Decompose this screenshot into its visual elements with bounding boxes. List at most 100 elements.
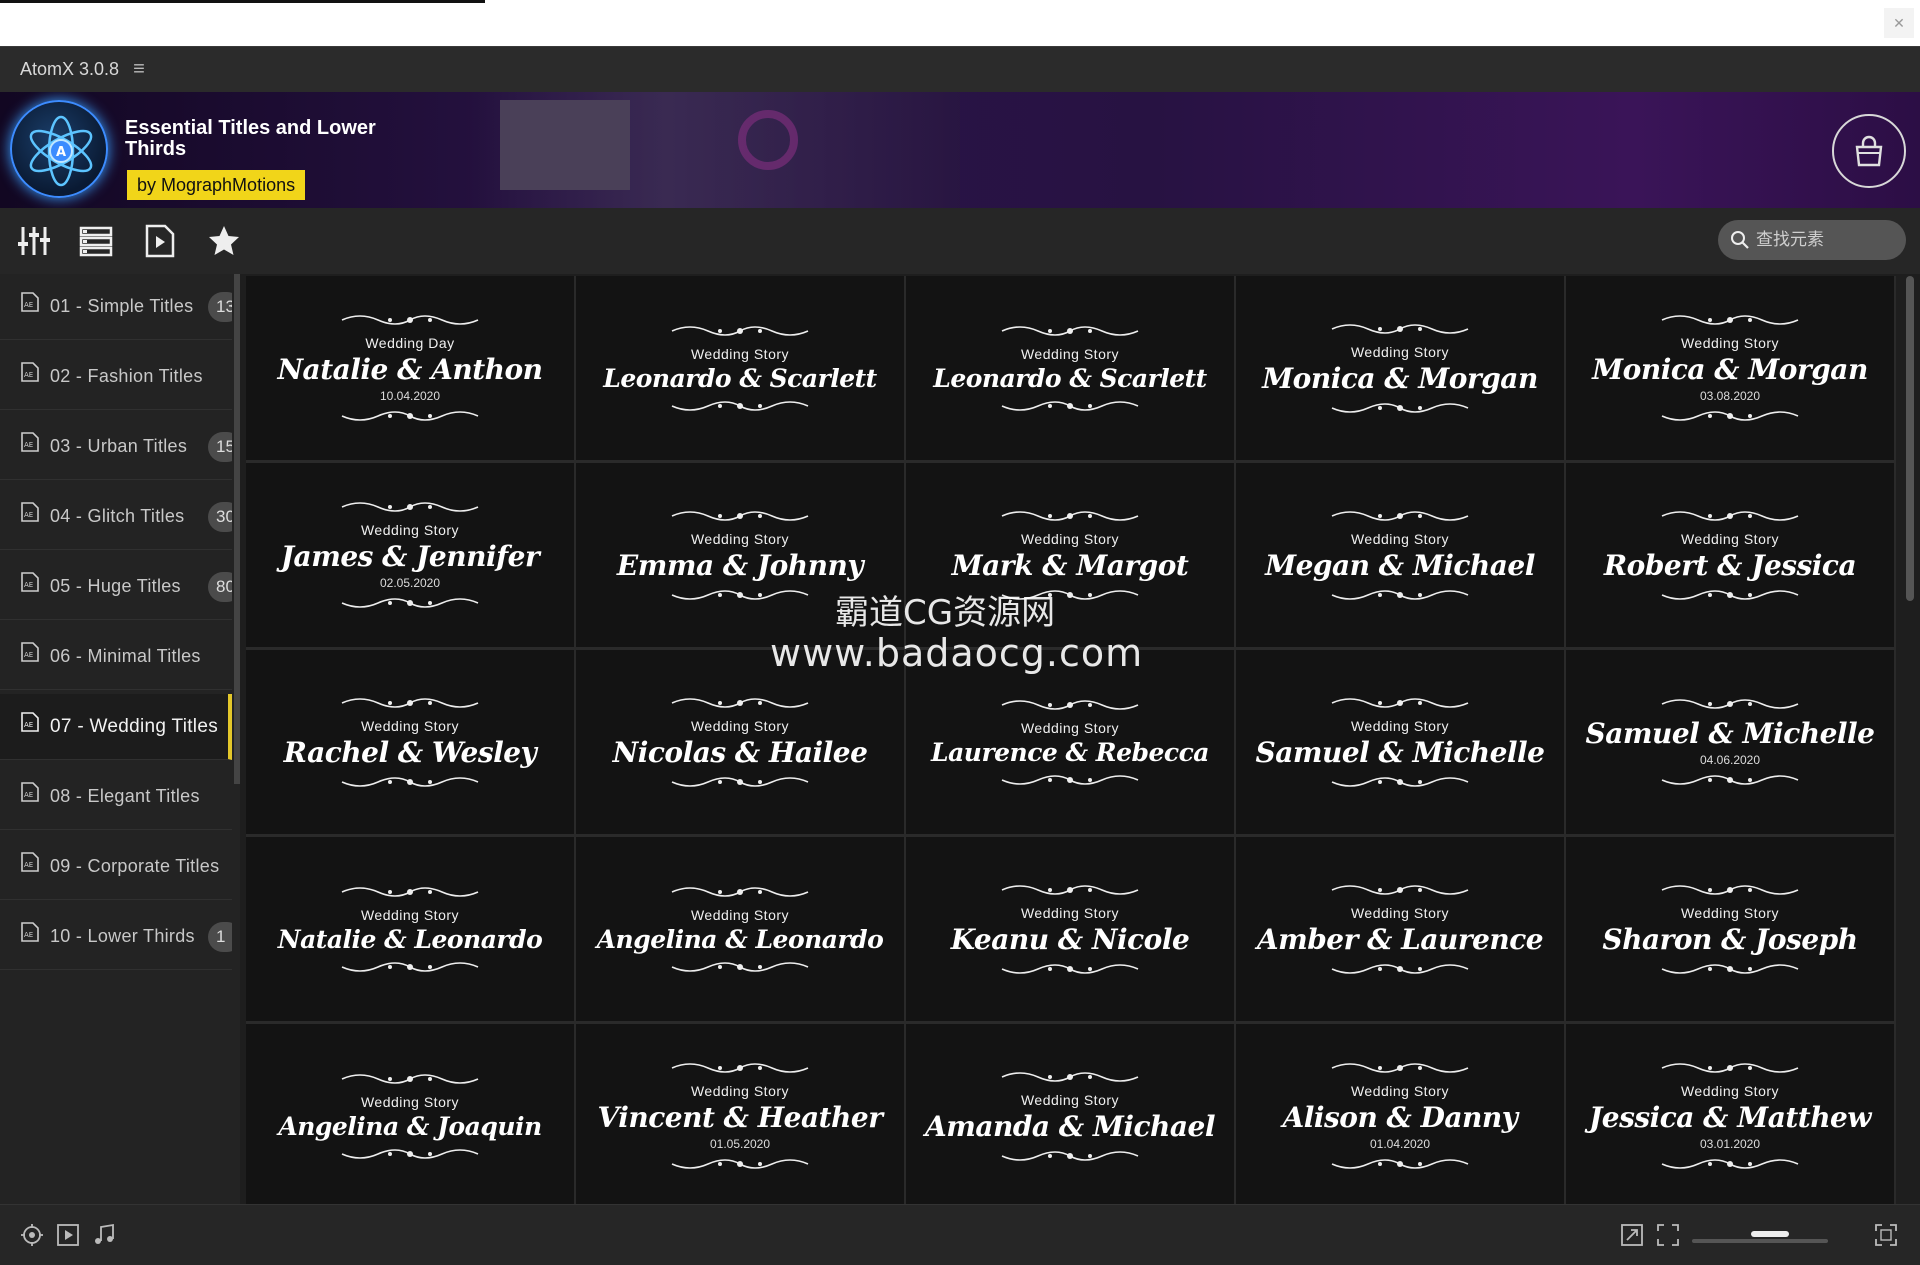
hamburger-icon[interactable]: ≡	[133, 58, 145, 81]
ornament-graphic	[1655, 508, 1805, 529]
tile-names: Emma & Johnny	[616, 548, 864, 582]
ae-file-icon: AE	[21, 431, 39, 452]
ornament-graphic	[1655, 956, 1805, 977]
banner-ring-graphic	[738, 110, 798, 170]
preset-tile[interactable]: Wedding Story Angelina & Leonardo	[576, 837, 904, 1021]
sidebar-item-label: 03 - Urban Titles	[50, 436, 188, 456]
preset-tile[interactable]: Wedding Story Vincent & Heather 01.05.2020	[576, 1024, 904, 1204]
ornament-graphic	[995, 393, 1145, 414]
preset-tile[interactable]: Wedding Story Monica & Morgan	[1236, 276, 1564, 460]
favorites-button[interactable]	[204, 222, 244, 260]
svg-text:AE: AE	[24, 861, 33, 869]
shopping-bag-button[interactable]	[1832, 114, 1906, 188]
ornament-graphic	[1325, 1151, 1475, 1172]
sidebar-item-fashion-titles[interactable]: AE 02 - Fashion Titles	[0, 344, 232, 410]
preview-media-button[interactable]	[140, 222, 180, 260]
preset-tile[interactable]: Wedding Story Laurence & Rebecca	[906, 650, 1234, 834]
preset-tile[interactable]: Wedding Story Megan & Michael	[1236, 463, 1564, 647]
preset-tile[interactable]: Wedding Story Emma & Johnny	[576, 463, 904, 647]
svg-text:A: A	[56, 145, 66, 160]
preset-grid: Wedding Day Natalie & Anthon 10.04.2020 We…	[246, 276, 1896, 1204]
sidebar-item-label: 06 - Minimal Titles	[50, 646, 201, 666]
sidebar-item-huge-titles[interactable]: AE 05 - Huge Titles 80	[0, 554, 232, 620]
preset-tile[interactable]: Wedding Story Alison & Danny 01.04.2020	[1236, 1024, 1564, 1204]
sidebar-item-corporate-titles[interactable]: AE 09 - Corporate Titles	[0, 834, 232, 900]
sliders-button[interactable]	[14, 222, 54, 260]
ornament-graphic	[1655, 1060, 1805, 1081]
target-icon[interactable]	[20, 1223, 44, 1247]
tile-caption: Wedding Story	[1020, 530, 1120, 547]
preset-tile[interactable]: Samuel & Michelle 04.06.2020	[1566, 650, 1894, 834]
ornament-graphic	[335, 884, 485, 905]
zoom-slider-thumb[interactable]	[1750, 1231, 1789, 1237]
preset-tile[interactable]: Wedding Story Samuel & Michelle	[1236, 650, 1564, 834]
preset-tile[interactable]: Wedding Story Natalie & Leonardo	[246, 837, 574, 1021]
tile-names: Vincent & Heather	[597, 1101, 883, 1134]
author-prefix: by	[137, 174, 157, 195]
sidebar-item-simple-titles[interactable]: AE 01 - Simple Titles 13	[0, 274, 232, 340]
tile-names: Alison & Danny	[1282, 1101, 1518, 1134]
sidebar-item-label: 04 - Glitch Titles	[50, 506, 185, 526]
search-box[interactable]	[1718, 220, 1906, 260]
ornament-graphic	[1325, 582, 1475, 603]
sidebar-item-lower-thirds[interactable]: AE 10 - Lower Thirds 1	[0, 904, 232, 970]
play-box-icon[interactable]	[56, 1223, 80, 1247]
author-name: MographMotions	[161, 174, 296, 195]
zoom-slider-track[interactable]	[1692, 1239, 1828, 1243]
app-name: AtomX 3.0.8	[20, 59, 120, 79]
item-count-badge: 15	[208, 432, 232, 462]
preset-tile[interactable]: Wedding Story Leonardo & Scarlett	[576, 276, 904, 460]
preset-tile[interactable]: Wedding Story Jessica & Matthew 03.01.2020	[1566, 1024, 1894, 1204]
preset-tile[interactable]: Wedding Story Rachel & Wesley	[246, 650, 574, 834]
ornament-graphic	[1325, 956, 1475, 977]
author-badge[interactable]: by MographMotions	[127, 170, 306, 200]
tile-names: Rachel & Wesley	[283, 735, 537, 769]
resize-icon[interactable]	[1620, 1223, 1644, 1247]
preset-tile[interactable]: Wedding Story Amanda & Michael	[906, 1024, 1234, 1204]
sidebar-item-urban-titles[interactable]: AE 03 - Urban Titles 15	[0, 414, 232, 480]
svg-text:AE: AE	[24, 511, 33, 519]
svg-text:AE: AE	[24, 791, 33, 799]
search-input[interactable]	[1756, 230, 1896, 250]
preset-tile[interactable]: Wedding Story Angelina & Joaquin	[246, 1024, 574, 1204]
grid-scrollbar[interactable]	[1906, 276, 1914, 601]
ornament-graphic	[1325, 395, 1475, 416]
sidebar-scrollbar[interactable]	[234, 274, 240, 784]
ae-file-icon: AE	[21, 501, 39, 522]
ae-file-icon: AE	[21, 781, 39, 802]
preset-tile[interactable]: Wedding Story James & Jennifer 02.05.2020	[246, 463, 574, 647]
sidebar-item-glitch-titles[interactable]: AE 04 - Glitch Titles 30	[0, 484, 232, 550]
tile-names: Nicolas & Hailee	[612, 735, 868, 769]
category-sidebar: AE 01 - Simple Titles 13 AE 02 - Fashion…	[0, 274, 240, 1204]
preset-tile[interactable]: Wedding Story Nicolas & Hailee	[576, 650, 904, 834]
banner-title: Essential Titles and Lower Thirds	[125, 117, 376, 160]
ornament-graphic	[1655, 696, 1805, 717]
music-note-icon[interactable]	[92, 1223, 116, 1247]
ornament-graphic	[995, 1143, 1145, 1164]
ornament-graphic	[665, 323, 815, 344]
preset-tile[interactable]: Wedding Story Sharon & Joseph	[1566, 837, 1894, 1021]
ornament-graphic	[665, 695, 815, 716]
preset-tile[interactable]: Wedding Story Amber & Laurence	[1236, 837, 1564, 1021]
sidebar-item-elegant-titles[interactable]: AE 08 - Elegant Titles	[0, 764, 232, 830]
preset-tile[interactable]: Wedding Story Robert & Jessica	[1566, 463, 1894, 647]
tile-caption: Wedding Story	[360, 717, 460, 734]
tile-caption: Wedding Story	[1350, 1083, 1450, 1099]
product-banner: A Essential Titles and Lower Thirds by M…	[0, 92, 1920, 208]
tile-caption: Wedding Day	[365, 335, 455, 351]
preset-tile[interactable]: Wedding Story Monica & Morgan 03.08.2020	[1566, 276, 1894, 460]
preset-tile[interactable]: Wedding Story Keanu & Nicole	[906, 837, 1234, 1021]
preset-tile[interactable]: Wedding Day Natalie & Anthon 10.04.2020	[246, 276, 574, 460]
preset-tile[interactable]: Wedding Story Mark & Margot	[906, 463, 1234, 647]
fullscreen-icon[interactable]	[1656, 1223, 1680, 1247]
ornament-graphic	[665, 582, 815, 603]
list-view-button[interactable]	[76, 222, 116, 260]
expand-icon[interactable]	[1874, 1223, 1898, 1247]
sidebar-item-minimal-titles[interactable]: AE 06 - Minimal Titles	[0, 624, 232, 690]
search-icon	[1731, 231, 1749, 249]
ornament-graphic	[1655, 1151, 1805, 1172]
os-title-bar: ✕	[0, 0, 1920, 46]
sidebar-item-wedding-titles[interactable]: AE 07 - Wedding Titles	[0, 694, 232, 760]
preset-tile[interactable]: Wedding Story Leonardo & Scarlett	[906, 276, 1234, 460]
close-window-button[interactable]: ✕	[1884, 8, 1914, 38]
